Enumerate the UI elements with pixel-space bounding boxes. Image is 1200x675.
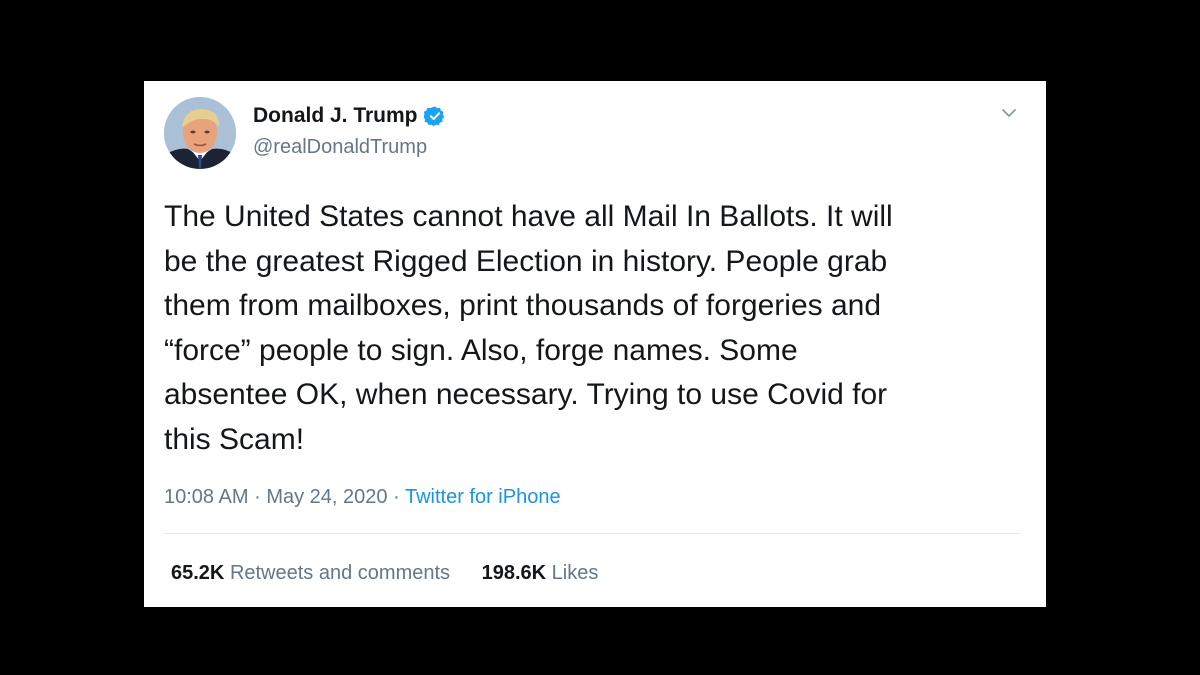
- tweet-date[interactable]: May 24, 2020: [266, 486, 387, 508]
- meta-separator: ·: [393, 486, 400, 508]
- likes-count: 198.6K: [481, 562, 547, 584]
- avatar-image: [164, 97, 236, 169]
- likes-stat[interactable]: 198.6K Likes: [482, 560, 599, 586]
- avatar[interactable]: [164, 97, 236, 169]
- meta-separator: ·: [254, 486, 261, 508]
- tweet-stats: 65.2K Retweets and comments 198.6K Likes: [171, 560, 598, 586]
- retweets-stat[interactable]: 65.2K Retweets and comments: [171, 560, 450, 586]
- tweet-text: The United States cannot have all Mail I…: [164, 200, 893, 456]
- author-display-name[interactable]: Donald J. Trump: [253, 103, 418, 129]
- tweet-time[interactable]: 10:08 AM: [164, 486, 249, 508]
- retweets-count: 65.2K: [171, 562, 225, 584]
- tweet-meta: 10:08 AM · May 24, 2020 · Twitter for iP…: [164, 484, 561, 510]
- chevron-down-icon[interactable]: [999, 103, 1019, 123]
- retweets-label: Retweets and comments: [229, 562, 451, 584]
- divider: [164, 533, 1020, 534]
- likes-label: Likes: [551, 562, 599, 584]
- tweet-card: Donald J. Trump @realDonaldTrump The Uni…: [144, 81, 1046, 607]
- author-handle[interactable]: @realDonaldTrump: [253, 135, 427, 159]
- author-name-row: Donald J. Trump: [253, 103, 446, 129]
- verified-badge-icon: [422, 105, 446, 127]
- tweet-source-link[interactable]: Twitter for iPhone: [405, 486, 561, 508]
